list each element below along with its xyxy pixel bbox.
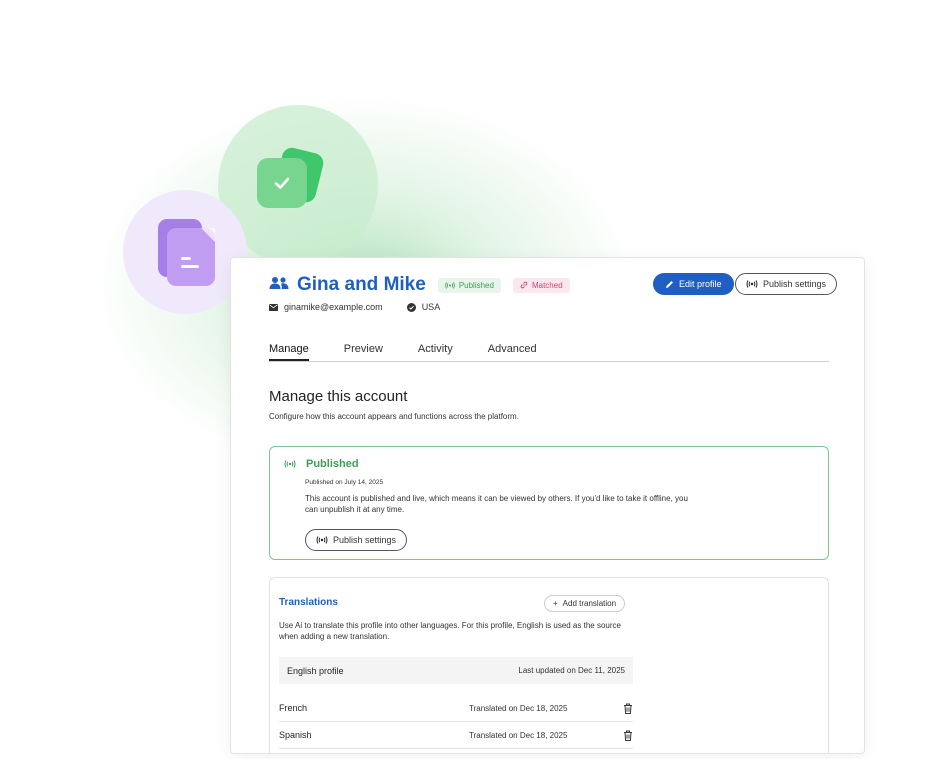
- mail-icon: [269, 303, 278, 311]
- published-title: Published: [306, 458, 359, 470]
- add-translation-button[interactable]: + Add translation: [544, 595, 626, 612]
- profile-country: USA: [421, 302, 441, 312]
- tab-manage[interactable]: Manage: [269, 343, 309, 361]
- published-description: This account is published and live, whic…: [305, 494, 688, 514]
- broadcast-icon: [746, 280, 758, 288]
- plus-icon: +: [553, 599, 558, 608]
- trash-icon[interactable]: [623, 703, 633, 714]
- tab-bar: Manage Preview Activity Advanced: [269, 343, 829, 362]
- source-language-row: English profile Last updated on Dec 11, …: [279, 657, 633, 684]
- published-settings-button[interactable]: Publish settings: [305, 529, 408, 551]
- translation-row: French Translated on Dec 18, 2025: [279, 695, 633, 722]
- manage-description: Configure how this account appears and f…: [269, 412, 519, 421]
- translation-row: Spanish Translated on Dec 18, 2025: [279, 722, 633, 749]
- manage-title: Manage this account: [269, 388, 408, 405]
- published-date: Published on July 14, 2025: [305, 479, 384, 486]
- translation-language[interactable]: Spanish: [279, 730, 469, 740]
- document-icon: [167, 228, 215, 286]
- publish-settings-label: Publish settings: [763, 279, 827, 289]
- source-language: English profile: [287, 665, 344, 676]
- edit-profile-label: Edit profile: [679, 279, 722, 289]
- publish-settings-button[interactable]: Publish settings: [735, 273, 838, 295]
- tab-preview[interactable]: Preview: [344, 343, 383, 361]
- broadcast-icon: [445, 281, 455, 289]
- broadcast-icon: [284, 460, 296, 468]
- profile-header: Gina and Mike Published Matched: [269, 274, 570, 296]
- match-badge: Matched: [512, 277, 570, 293]
- published-settings-label: Publish settings: [333, 535, 397, 545]
- profile-email: ginamike@example.com: [284, 302, 383, 312]
- source-updated: Last updated on Dec 11, 2025: [518, 666, 625, 675]
- translation-date: Translated on Dec 18, 2025: [469, 703, 568, 713]
- link-icon: [520, 281, 528, 289]
- translations-title: Translations: [279, 597, 338, 608]
- broadcast-icon: [316, 536, 328, 544]
- add-translation-label: Add translation: [562, 599, 617, 608]
- translations-panel: Translations + Add translation Use Ai to…: [269, 577, 829, 753]
- translation-date: Translated on Dec 18, 2025: [469, 730, 568, 740]
- tab-activity[interactable]: Activity: [418, 343, 453, 361]
- translations-description: Use Ai to translate this profile into ot…: [279, 621, 621, 641]
- tab-advanced[interactable]: Advanced: [488, 343, 537, 361]
- translation-language[interactable]: French: [279, 703, 469, 713]
- check-circle-icon: [406, 302, 416, 312]
- checkmark-icon: [257, 158, 307, 208]
- profile-meta: ginamike@example.com USA: [269, 302, 440, 312]
- status-badge-label: Published: [458, 280, 494, 290]
- status-badge: Published: [437, 277, 501, 293]
- profile-name: Gina and Mike: [297, 274, 426, 295]
- trash-icon[interactable]: [623, 730, 633, 741]
- published-panel: Published Published on July 14, 2025 Thi…: [269, 446, 829, 560]
- pencil-icon: [666, 280, 673, 288]
- edit-profile-button[interactable]: Edit profile: [653, 273, 734, 295]
- published-heading: Published: [284, 458, 359, 470]
- people-icon: [269, 276, 289, 295]
- match-badge-label: Matched: [531, 280, 563, 290]
- profile-card: Gina and Mike Published Matched ginamike…: [230, 257, 865, 754]
